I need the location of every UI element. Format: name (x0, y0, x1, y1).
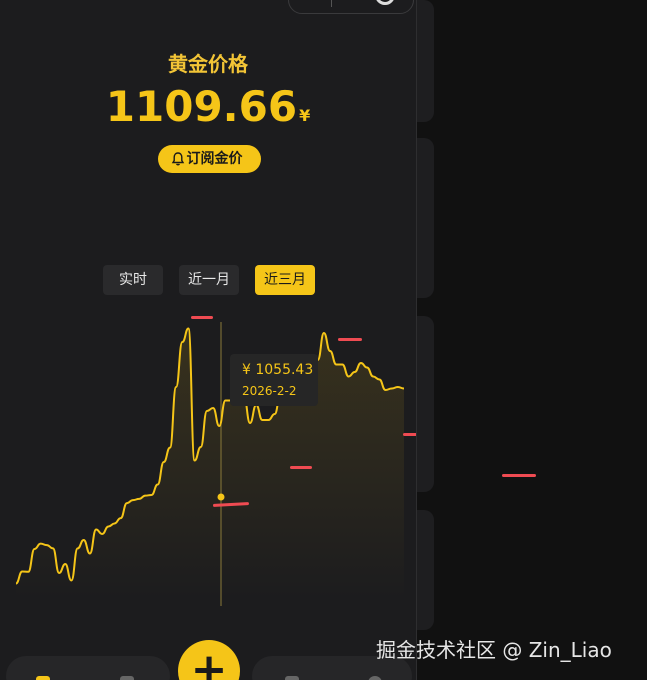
nav-list-icon[interactable] (120, 676, 134, 680)
selected-point[interactable] (217, 493, 225, 501)
price-tooltip: ¥ 1055.43 2026-2-2 (230, 354, 318, 406)
annotation-mark (403, 433, 416, 436)
watermark: 掘金技术社区 @ Zin_Liao (376, 638, 612, 662)
background-card (416, 138, 434, 298)
add-button[interactable]: + (178, 640, 240, 680)
tooltip-date: 2026-2-2 (242, 384, 297, 398)
annotation-mark (191, 316, 213, 319)
tab-one-month[interactable]: 近一月 (179, 265, 239, 295)
annotation-mark-outside (502, 474, 536, 477)
nav-chart-icon[interactable] (285, 676, 299, 680)
capsule-menu[interactable] (288, 0, 414, 14)
background-card (416, 0, 434, 122)
subscribe-label: 订阅金价 (186, 151, 243, 167)
annotation-mark (290, 466, 312, 469)
currency-symbol: ¥ (299, 106, 311, 125)
bottom-nav-left (6, 656, 170, 680)
gold-price-screen: 黄金价格 1109.66 ¥ 订阅金价 实时 近一月 近三月 ¥ 1055.43 … (0, 0, 417, 680)
current-price: 1109.66 (105, 82, 298, 131)
background-card (416, 316, 434, 492)
background-card (416, 510, 434, 630)
tab-three-months[interactable]: 近三月 (255, 265, 315, 295)
capsule-divider (331, 0, 332, 7)
subscribe-price-button[interactable]: 订阅金价 (158, 145, 261, 173)
page-title: 黄金价格 (168, 52, 248, 76)
close-circle-icon[interactable] (375, 0, 395, 5)
price-display: 1109.66 ¥ (0, 82, 416, 131)
price-line-chart[interactable] (0, 300, 416, 610)
nav-home-icon[interactable] (36, 676, 50, 680)
annotation-mark (338, 338, 362, 341)
bell-icon (171, 152, 185, 166)
tooltip-value: ¥ 1055.43 (242, 362, 314, 378)
tab-realtime[interactable]: 实时 (103, 265, 163, 295)
